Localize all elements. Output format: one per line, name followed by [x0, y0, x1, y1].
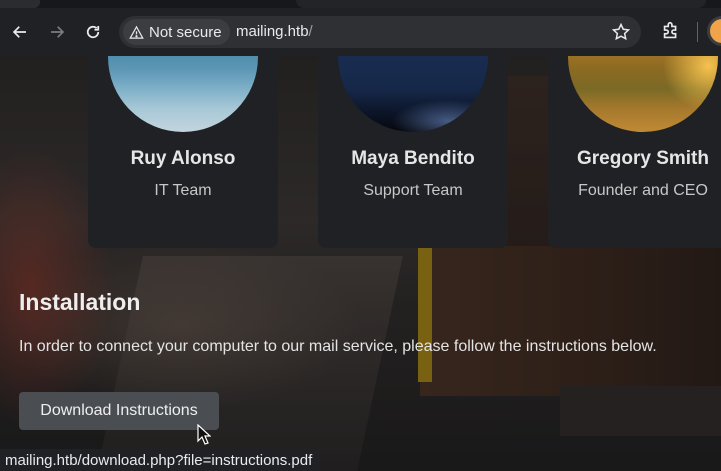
- site-info-chip[interactable]: Not secure: [123, 19, 230, 45]
- link-status-bar: mailing.htb/download.php?file=instructio…: [0, 449, 321, 471]
- url-host: mailing.htb: [236, 23, 309, 40]
- url-path: /: [308, 23, 313, 40]
- web-page: Ruy Alonso IT Team Maya Bendito Support …: [0, 56, 721, 471]
- url-text[interactable]: mailing.htb/: [236, 23, 313, 40]
- team-member-name: Gregory Smith: [577, 148, 709, 169]
- installation-heading: Installation: [19, 289, 141, 315]
- extensions-puzzle-icon[interactable]: [660, 20, 682, 42]
- address-bar[interactable]: Not secure mailing.htb/: [119, 16, 641, 48]
- reload-icon: [86, 25, 100, 39]
- forward-button[interactable]: [43, 18, 71, 46]
- tab-strip: [0, 0, 721, 8]
- team-member-name: Maya Bendito: [351, 148, 475, 169]
- back-button[interactable]: [6, 18, 34, 46]
- team-photo: [108, 56, 258, 132]
- team-member-role: Support Team: [363, 182, 463, 199]
- warning-triangle-icon: [129, 25, 144, 39]
- team-photo: [568, 56, 718, 132]
- arrow-left-icon: [12, 26, 26, 38]
- bookmark-star-icon[interactable]: [611, 22, 631, 42]
- tab-previous[interactable]: [0, 0, 40, 8]
- security-label: Not secure: [149, 23, 222, 41]
- reload-button[interactable]: [79, 18, 107, 46]
- profile-avatar[interactable]: [707, 16, 721, 46]
- mouse-pointer-icon: [197, 424, 211, 445]
- team-card: Gregory Smith Founder and CEO: [548, 56, 721, 248]
- team-member-role: Founder and CEO: [578, 182, 708, 199]
- tab-active[interactable]: [296, 0, 706, 8]
- team-card: Maya Bendito Support Team: [318, 56, 508, 248]
- arrow-right-icon: [51, 26, 65, 38]
- toolbar-divider: [697, 22, 698, 42]
- download-instructions-button[interactable]: Download Instructions: [19, 392, 219, 430]
- team-photo: [338, 56, 488, 132]
- team-member-name: Ruy Alonso: [130, 148, 236, 169]
- team-member-role: IT Team: [154, 182, 212, 199]
- team-card: Ruy Alonso IT Team: [88, 56, 278, 248]
- installation-text: In order to connect your computer to our…: [19, 338, 657, 355]
- browser-toolbar: Not secure mailing.htb/: [0, 0, 721, 56]
